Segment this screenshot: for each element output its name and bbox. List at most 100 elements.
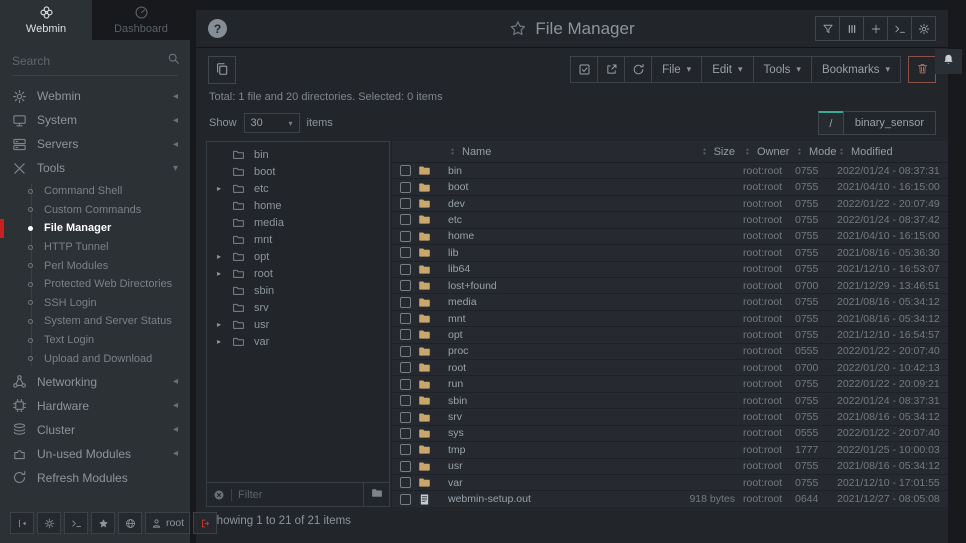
table-row[interactable]: sbinroot:root07552022/01/24 - 08:37:31: [392, 392, 948, 408]
file-name[interactable]: opt: [448, 329, 683, 341]
tree-item-root[interactable]: ▸root: [207, 265, 389, 282]
row-checkbox[interactable]: [400, 165, 411, 176]
table-row[interactable]: runroot:root07552022/01/22 - 20:09:21: [392, 375, 948, 391]
file-name[interactable]: tmp: [448, 444, 683, 456]
file-name[interactable]: etc: [448, 214, 683, 226]
table-row[interactable]: etcroot:root07552022/01/24 - 08:37:42: [392, 211, 948, 227]
clear-filter-icon[interactable]: [213, 489, 225, 501]
row-checkbox[interactable]: [400, 444, 411, 455]
file-name[interactable]: proc: [448, 345, 683, 357]
row-checkbox[interactable]: [400, 247, 411, 258]
sidebar-item-http-tunnel[interactable]: HTTP Tunnel: [0, 238, 190, 257]
sidebar-item-perl-modules[interactable]: Perl Modules: [0, 256, 190, 275]
file-name[interactable]: sbin: [448, 395, 683, 407]
table-row[interactable]: srvroot:root07552021/08/16 - 05:34:12: [392, 408, 948, 424]
theme-toggle-button[interactable]: [37, 512, 61, 534]
column-header-modified[interactable]: Modified: [837, 146, 948, 158]
sidebar-item-refresh-modules[interactable]: Refresh Modules: [0, 466, 190, 490]
create-new-button[interactable]: [863, 16, 888, 41]
sidebar-item-upload-and-download[interactable]: Upload and Download: [0, 349, 190, 368]
sidebar-item-cluster[interactable]: Cluster◂: [0, 418, 190, 442]
tab-webmin[interactable]: Webmin: [0, 0, 92, 40]
sidebar-item-text-login[interactable]: Text Login: [0, 331, 190, 350]
table-row[interactable]: rootroot:root07002022/01/20 - 10:42:13: [392, 359, 948, 375]
table-row[interactable]: binroot:root07552022/01/24 - 08:37:31: [392, 163, 948, 178]
sidebar-item-servers[interactable]: Servers◂: [0, 132, 190, 156]
file-name[interactable]: run: [448, 378, 683, 390]
row-checkbox[interactable]: [400, 412, 411, 423]
table-row[interactable]: webmin-setup.out918 bytesroot:root064420…: [392, 490, 948, 506]
tree-item-home[interactable]: home: [207, 197, 389, 214]
table-row[interactable]: usrroot:root07552021/08/16 - 05:34:12: [392, 458, 948, 474]
file-name[interactable]: lib: [448, 247, 683, 259]
search-input[interactable]: [12, 54, 167, 68]
row-checkbox[interactable]: [400, 280, 411, 291]
row-checkbox[interactable]: [400, 379, 411, 390]
sidebar-item-system-and-server-status[interactable]: System and Server Status: [0, 312, 190, 331]
file-name[interactable]: mnt: [448, 313, 683, 325]
logout-button[interactable]: [193, 512, 217, 534]
row-checkbox[interactable]: [400, 346, 411, 357]
row-checkbox[interactable]: [400, 214, 411, 225]
tree-item-boot[interactable]: boot: [207, 163, 389, 180]
expand-arrow-icon[interactable]: ▸: [217, 184, 232, 193]
row-checkbox[interactable]: [400, 313, 411, 324]
file-name[interactable]: root: [448, 362, 683, 374]
row-checkbox[interactable]: [400, 182, 411, 193]
table-row[interactable]: sysroot:root05552022/01/22 - 20:07:40: [392, 425, 948, 441]
table-row[interactable]: bootroot:root07552021/04/10 - 16:15:00: [392, 178, 948, 194]
expand-arrow-icon[interactable]: ▸: [217, 320, 232, 329]
file-name[interactable]: lost+found: [448, 280, 683, 292]
tab-dashboard[interactable]: Dashboard: [92, 0, 190, 40]
sidebar-item-protected-web-directories[interactable]: Protected Web Directories: [0, 275, 190, 294]
file-name[interactable]: srv: [448, 411, 683, 423]
file-name[interactable]: webmin-setup.out: [448, 493, 683, 505]
table-row[interactable]: lib64root:root07552021/12/10 - 16:53:07: [392, 261, 948, 277]
row-checkbox[interactable]: [400, 264, 411, 275]
column-header-name[interactable]: Name: [448, 146, 683, 158]
row-checkbox[interactable]: [400, 297, 411, 308]
file-name[interactable]: boot: [448, 181, 683, 193]
select-all-button[interactable]: [570, 56, 598, 83]
filter-button[interactable]: [815, 16, 840, 41]
file-name[interactable]: usr: [448, 460, 683, 472]
file-name[interactable]: dev: [448, 198, 683, 210]
row-checkbox[interactable]: [400, 329, 411, 340]
column-header-mode[interactable]: Mode: [795, 146, 837, 158]
table-row[interactable]: optroot:root07552021/12/10 - 16:54:57: [392, 326, 948, 342]
module-config-button[interactable]: [911, 16, 936, 41]
table-row[interactable]: homeroot:root07552021/04/10 - 16:15:00: [392, 228, 948, 244]
menu-edit[interactable]: Edit▾: [701, 56, 753, 83]
column-header-owner[interactable]: Owner: [743, 146, 795, 158]
row-checkbox[interactable]: [400, 395, 411, 406]
menu-tools[interactable]: Tools▾: [753, 56, 812, 83]
per-page-select[interactable]: 30 ▾: [244, 113, 300, 133]
tree-folder-button[interactable]: [363, 483, 389, 506]
table-row[interactable]: lost+foundroot:root07002021/12/29 - 13:4…: [392, 277, 948, 293]
table-row[interactable]: varroot:root07552021/12/10 - 17:01:55: [392, 474, 948, 490]
tree-item-mnt[interactable]: mnt: [207, 231, 389, 248]
tree-item-var[interactable]: ▸var: [207, 333, 389, 350]
path-root-button[interactable]: /: [818, 111, 844, 135]
favorites-button[interactable]: [91, 512, 115, 534]
sidebar-item-system[interactable]: System◂: [0, 108, 190, 132]
tree-item-etc[interactable]: ▸etc: [207, 180, 389, 197]
trash-button[interactable]: [908, 56, 936, 83]
row-checkbox[interactable]: [400, 477, 411, 488]
terminal-button[interactable]: [887, 16, 912, 41]
sidebar-item-custom-commands[interactable]: Custom Commands: [0, 201, 190, 220]
sidebar-item-webmin[interactable]: Webmin◂: [0, 84, 190, 108]
language-button[interactable]: [118, 512, 142, 534]
tree-item-media[interactable]: media: [207, 214, 389, 231]
file-name[interactable]: lib64: [448, 263, 683, 275]
row-checkbox[interactable]: [400, 198, 411, 209]
menu-bookmarks[interactable]: Bookmarks▾: [811, 56, 901, 83]
expand-arrow-icon[interactable]: ▸: [217, 337, 232, 346]
file-name[interactable]: media: [448, 296, 683, 308]
table-row[interactable]: devroot:root07552022/01/22 - 20:07:49: [392, 195, 948, 211]
sidebar-item-un-used-modules[interactable]: Un-used Modules◂: [0, 442, 190, 466]
sidebar-item-command-shell[interactable]: Command Shell: [0, 182, 190, 201]
tree-filter-input[interactable]: [238, 489, 357, 501]
refresh-button[interactable]: [624, 56, 652, 83]
tree-item-bin[interactable]: bin: [207, 146, 389, 163]
